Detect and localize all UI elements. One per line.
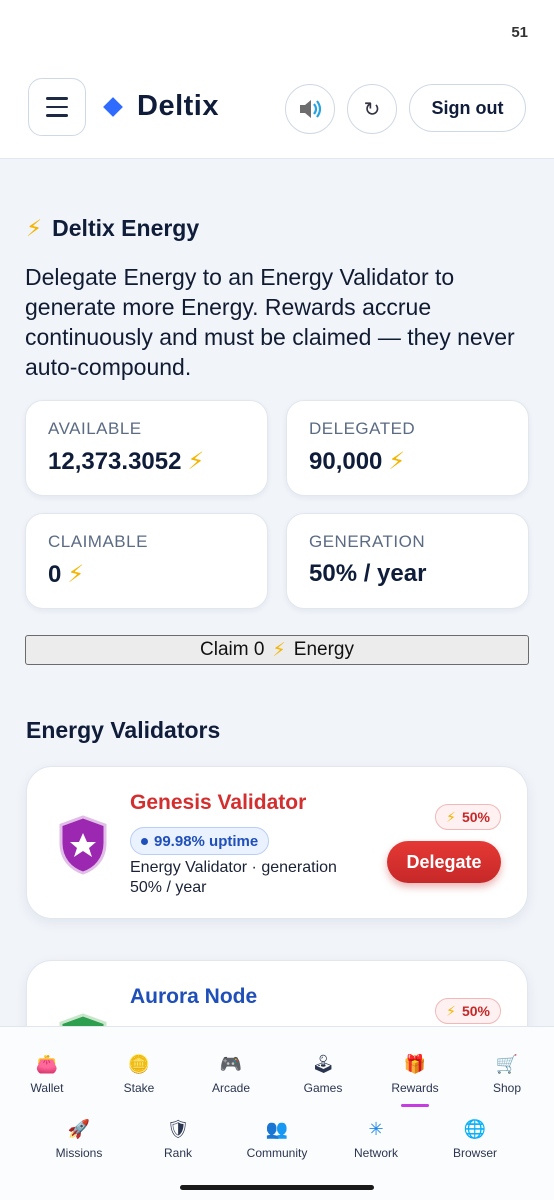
purple-shield-star-icon — [59, 815, 107, 875]
validator-description: Energy Validator · generation 50% / year — [130, 859, 337, 896]
generation-badge: ⚡ 50% — [435, 998, 501, 1024]
nav-label: Browser — [452, 1146, 497, 1160]
nav-shop[interactable]: 🛒 Shop — [461, 1053, 553, 1095]
generation-badge-text: 50% — [461, 809, 490, 825]
joystick-icon: 🕹 — [311, 1054, 335, 1074]
bolt-icon: ⚡ — [67, 561, 85, 588]
nav-label: Shop — [492, 1081, 522, 1095]
refresh-button[interactable]: ↻ — [347, 84, 397, 134]
stat-value-text: 50% / year — [309, 560, 427, 587]
nav-label: Wallet — [30, 1081, 64, 1095]
brand-title: Deltix — [137, 90, 219, 122]
globe-icon: 🌐 — [463, 1119, 487, 1139]
refresh-icon: ↻ — [363, 98, 381, 121]
coins-icon: 🪙 — [127, 1054, 151, 1074]
stat-label: CLAIMABLE — [48, 532, 148, 551]
nav-browser[interactable]: 🌐 Browser — [429, 1118, 521, 1160]
generation-badge: ⚡ 50% — [435, 804, 501, 830]
bottom-navigation: 👛 Wallet 🪙 Stake 🎮 Arcade 🕹 Games 🎁 Rewa… — [0, 1026, 554, 1200]
nav-rank[interactable]: 🛡 Rank — [132, 1118, 224, 1160]
generation-badge-text: 50% — [461, 1003, 490, 1019]
bolt-icon: ⚡ — [446, 808, 456, 825]
bolt-icon: ⚡ — [388, 448, 406, 475]
validator-name: Aurora Node — [130, 985, 258, 1008]
energy-title-text: Deltix Energy — [52, 215, 200, 241]
status-clock: 51 — [511, 24, 528, 41]
nav-arcade[interactable]: 🎮 Arcade — [185, 1053, 277, 1095]
nav-network[interactable]: ✳ Network — [330, 1118, 422, 1160]
gift-icon: 🎁 — [403, 1054, 427, 1074]
claim-suffix: Energy — [293, 639, 354, 660]
nav-missions[interactable]: 🚀 Missions — [33, 1118, 125, 1160]
nav-label: Stake — [123, 1081, 155, 1095]
app-header: Deltix ↻ Sign out — [0, 64, 554, 159]
uptime-text: 99.98% uptime — [154, 832, 259, 850]
nav-games[interactable]: 🕹 Games — [277, 1053, 369, 1095]
stat-value: 0 ⚡ — [48, 560, 245, 589]
home-indicator[interactable] — [180, 1185, 374, 1190]
validator-name: Genesis Validator — [130, 791, 307, 814]
hamburger-icon — [46, 97, 68, 100]
claim-energy-button[interactable]: Claim 0 ⚡ Energy — [25, 635, 529, 665]
nav-label: Rewards — [391, 1081, 439, 1095]
stat-claimable: CLAIMABLE 0 ⚡ — [25, 513, 268, 609]
energy-section-title: ⚡ Deltix Energy — [26, 215, 199, 242]
hamburger-icon-line — [46, 114, 68, 117]
stat-label: GENERATION — [309, 532, 426, 551]
delegate-button[interactable]: Delegate — [387, 841, 501, 883]
gamepad-icon: 🎮 — [219, 1054, 243, 1074]
stat-value: 90,000 ⚡ — [309, 447, 506, 476]
nav-label: Community — [246, 1146, 308, 1160]
nav-label: Games — [303, 1081, 343, 1095]
stat-value-text: 90,000 — [309, 447, 383, 475]
validators-title-text: Energy Validators — [26, 717, 221, 743]
wallet-icon: 👛 — [35, 1054, 59, 1074]
network-icon: ✳ — [368, 1119, 384, 1139]
logo-diamond-icon — [103, 97, 123, 117]
nav-label: Rank — [163, 1146, 192, 1160]
bolt-icon: ⚡ — [272, 639, 286, 661]
stat-value-text: 0 — [48, 560, 62, 588]
validator-card-genesis: Genesis Validator 99.98% uptime Energy V… — [26, 766, 528, 919]
stat-label: AVAILABLE — [48, 419, 142, 438]
stat-value: 12,373.3052 ⚡ — [48, 447, 245, 476]
stat-generation: GENERATION 50% / year — [286, 513, 529, 609]
nav-wallet[interactable]: 👛 Wallet — [1, 1053, 93, 1095]
nav-rewards[interactable]: 🎁 Rewards — [369, 1053, 461, 1107]
status-bar: 51 — [0, 0, 554, 64]
status-dot-icon — [141, 837, 148, 845]
uptime-badge: 99.98% uptime — [130, 827, 270, 855]
bolt-icon: ⚡ — [26, 215, 43, 241]
stat-available: AVAILABLE 12,373.3052 ⚡ — [25, 400, 268, 496]
sign-out-button[interactable]: Sign out — [409, 84, 526, 132]
stat-value-text: 12,373.3052 — [48, 447, 182, 475]
stat-label: DELEGATED — [309, 419, 416, 438]
bolt-icon: ⚡ — [446, 1002, 456, 1019]
nav-stake[interactable]: 🪙 Stake — [93, 1053, 185, 1095]
bolt-icon: ⚡ — [187, 448, 205, 475]
stat-delegated: DELEGATED 90,000 ⚡ — [286, 400, 529, 496]
hamburger-icon-line — [46, 105, 68, 109]
nav-community[interactable]: 👥 Community — [231, 1118, 323, 1160]
energy-description: Delegate Energy to an Energy Validator t… — [25, 264, 515, 380]
menu-button[interactable] — [28, 78, 86, 136]
nav-label: Missions — [55, 1146, 103, 1160]
rocket-icon: 🚀 — [67, 1119, 91, 1139]
nav-label: Network — [353, 1146, 398, 1160]
claim-prefix: Claim 0 — [200, 639, 265, 660]
speaker-icon — [300, 100, 322, 118]
validators-section-title: Energy Validators — [26, 717, 220, 744]
people-icon: 👥 — [265, 1119, 289, 1139]
shield-icon: 🛡 — [166, 1119, 190, 1139]
sound-button[interactable] — [285, 84, 335, 134]
cart-icon: 🛒 — [495, 1054, 519, 1074]
nav-label: Arcade — [211, 1081, 251, 1095]
stat-value: 50% / year — [309, 560, 506, 588]
